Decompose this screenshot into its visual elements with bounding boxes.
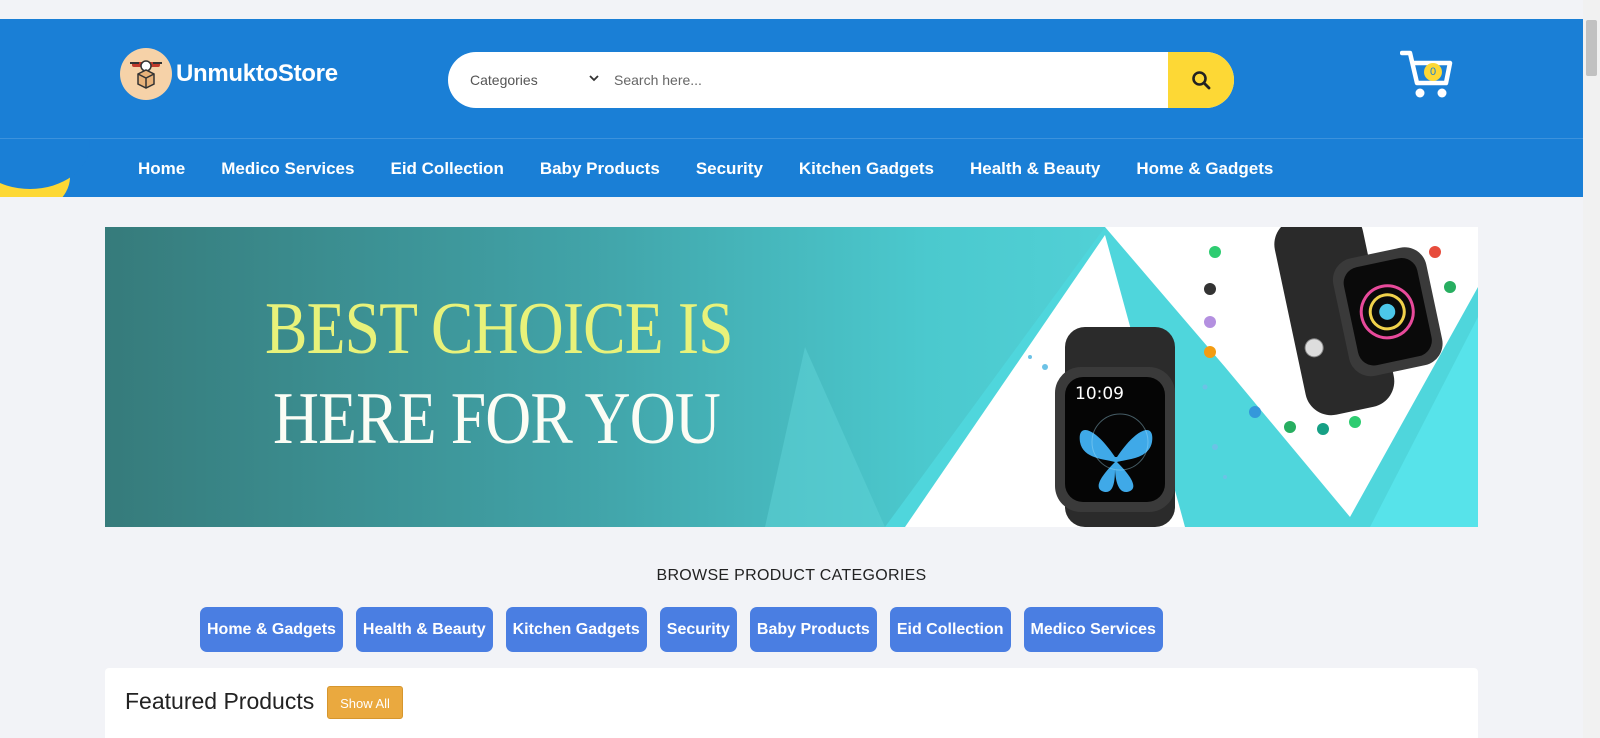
nav-accent-cover	[0, 139, 90, 189]
featured-products-title: Featured Products	[125, 688, 315, 714]
main-nav: Home Medico Services Eid Collection Baby…	[0, 138, 1583, 197]
page: UnmuktoStore Categories Search here... 0…	[0, 0, 1583, 738]
browse-categories-title: BROWSE PRODUCT CATEGORIES	[656, 567, 927, 584]
banner-headline-1: BEST CHOICE IS	[265, 288, 734, 370]
nav-item-home[interactable]: Home	[138, 159, 185, 179]
nav-item-medico-services[interactable]: Medico Services	[221, 159, 354, 179]
page-scrollbar[interactable]	[1583, 0, 1600, 738]
category-pill-security[interactable]: Security	[659, 607, 737, 652]
cart-count-badge: 0	[1424, 63, 1442, 81]
show-all-button[interactable]: Show All	[327, 686, 403, 719]
nav-item-security[interactable]: Security	[696, 159, 763, 179]
category-pill-health-beauty[interactable]: Health & Beauty	[355, 607, 493, 652]
hero-banner[interactable]: 10:09 BEST CHOICE IS HERE FOR YOU	[105, 227, 1478, 527]
category-pill-eid-collection[interactable]: Eid Collection	[889, 607, 1011, 652]
category-pill-baby-products[interactable]: Baby Products	[749, 607, 877, 652]
category-pill-kitchen-gadgets[interactable]: Kitchen Gadgets	[505, 607, 647, 652]
search-bar: Categories	[448, 52, 1234, 108]
logo[interactable]: UnmuktoStore	[120, 48, 338, 100]
nav-item-health-beauty[interactable]: Health & Beauty	[970, 159, 1100, 179]
category-select-label: Categories	[470, 72, 538, 88]
nav-item-baby-products[interactable]: Baby Products	[540, 159, 660, 179]
nav-item-home-gadgets[interactable]: Home & Gadgets	[1136, 159, 1273, 179]
chevron-down-icon	[589, 75, 599, 82]
category-select[interactable]: Categories	[448, 52, 606, 108]
banner-headline-2: HERE FOR YOU	[273, 378, 721, 460]
watch-time-text: 10:09	[1075, 384, 1124, 404]
category-pill-home-gadgets[interactable]: Home & Gadgets	[200, 607, 343, 652]
search-button[interactable]	[1168, 52, 1234, 108]
cart-button[interactable]: 0	[1399, 49, 1454, 101]
scrollbar-thumb[interactable]	[1586, 20, 1597, 76]
nav-item-kitchen-gadgets[interactable]: Kitchen Gadgets	[799, 159, 934, 179]
logo-drone-icon	[120, 48, 172, 100]
category-pills: Home & Gadgets Health & Beauty Kitchen G…	[200, 607, 1176, 652]
search-input[interactable]	[606, 52, 1168, 108]
header: UnmuktoStore Categories Search here... 0	[0, 19, 1583, 138]
brand-name: UnmuktoStore	[176, 60, 338, 87]
nav-items: Home Medico Services Eid Collection Baby…	[120, 139, 1291, 197]
category-pill-medico-services[interactable]: Medico Services	[1023, 607, 1163, 652]
featured-products-section: Featured Products Show All	[105, 668, 1478, 738]
search-icon	[1192, 71, 1211, 90]
nav-item-eid-collection[interactable]: Eid Collection	[390, 159, 503, 179]
